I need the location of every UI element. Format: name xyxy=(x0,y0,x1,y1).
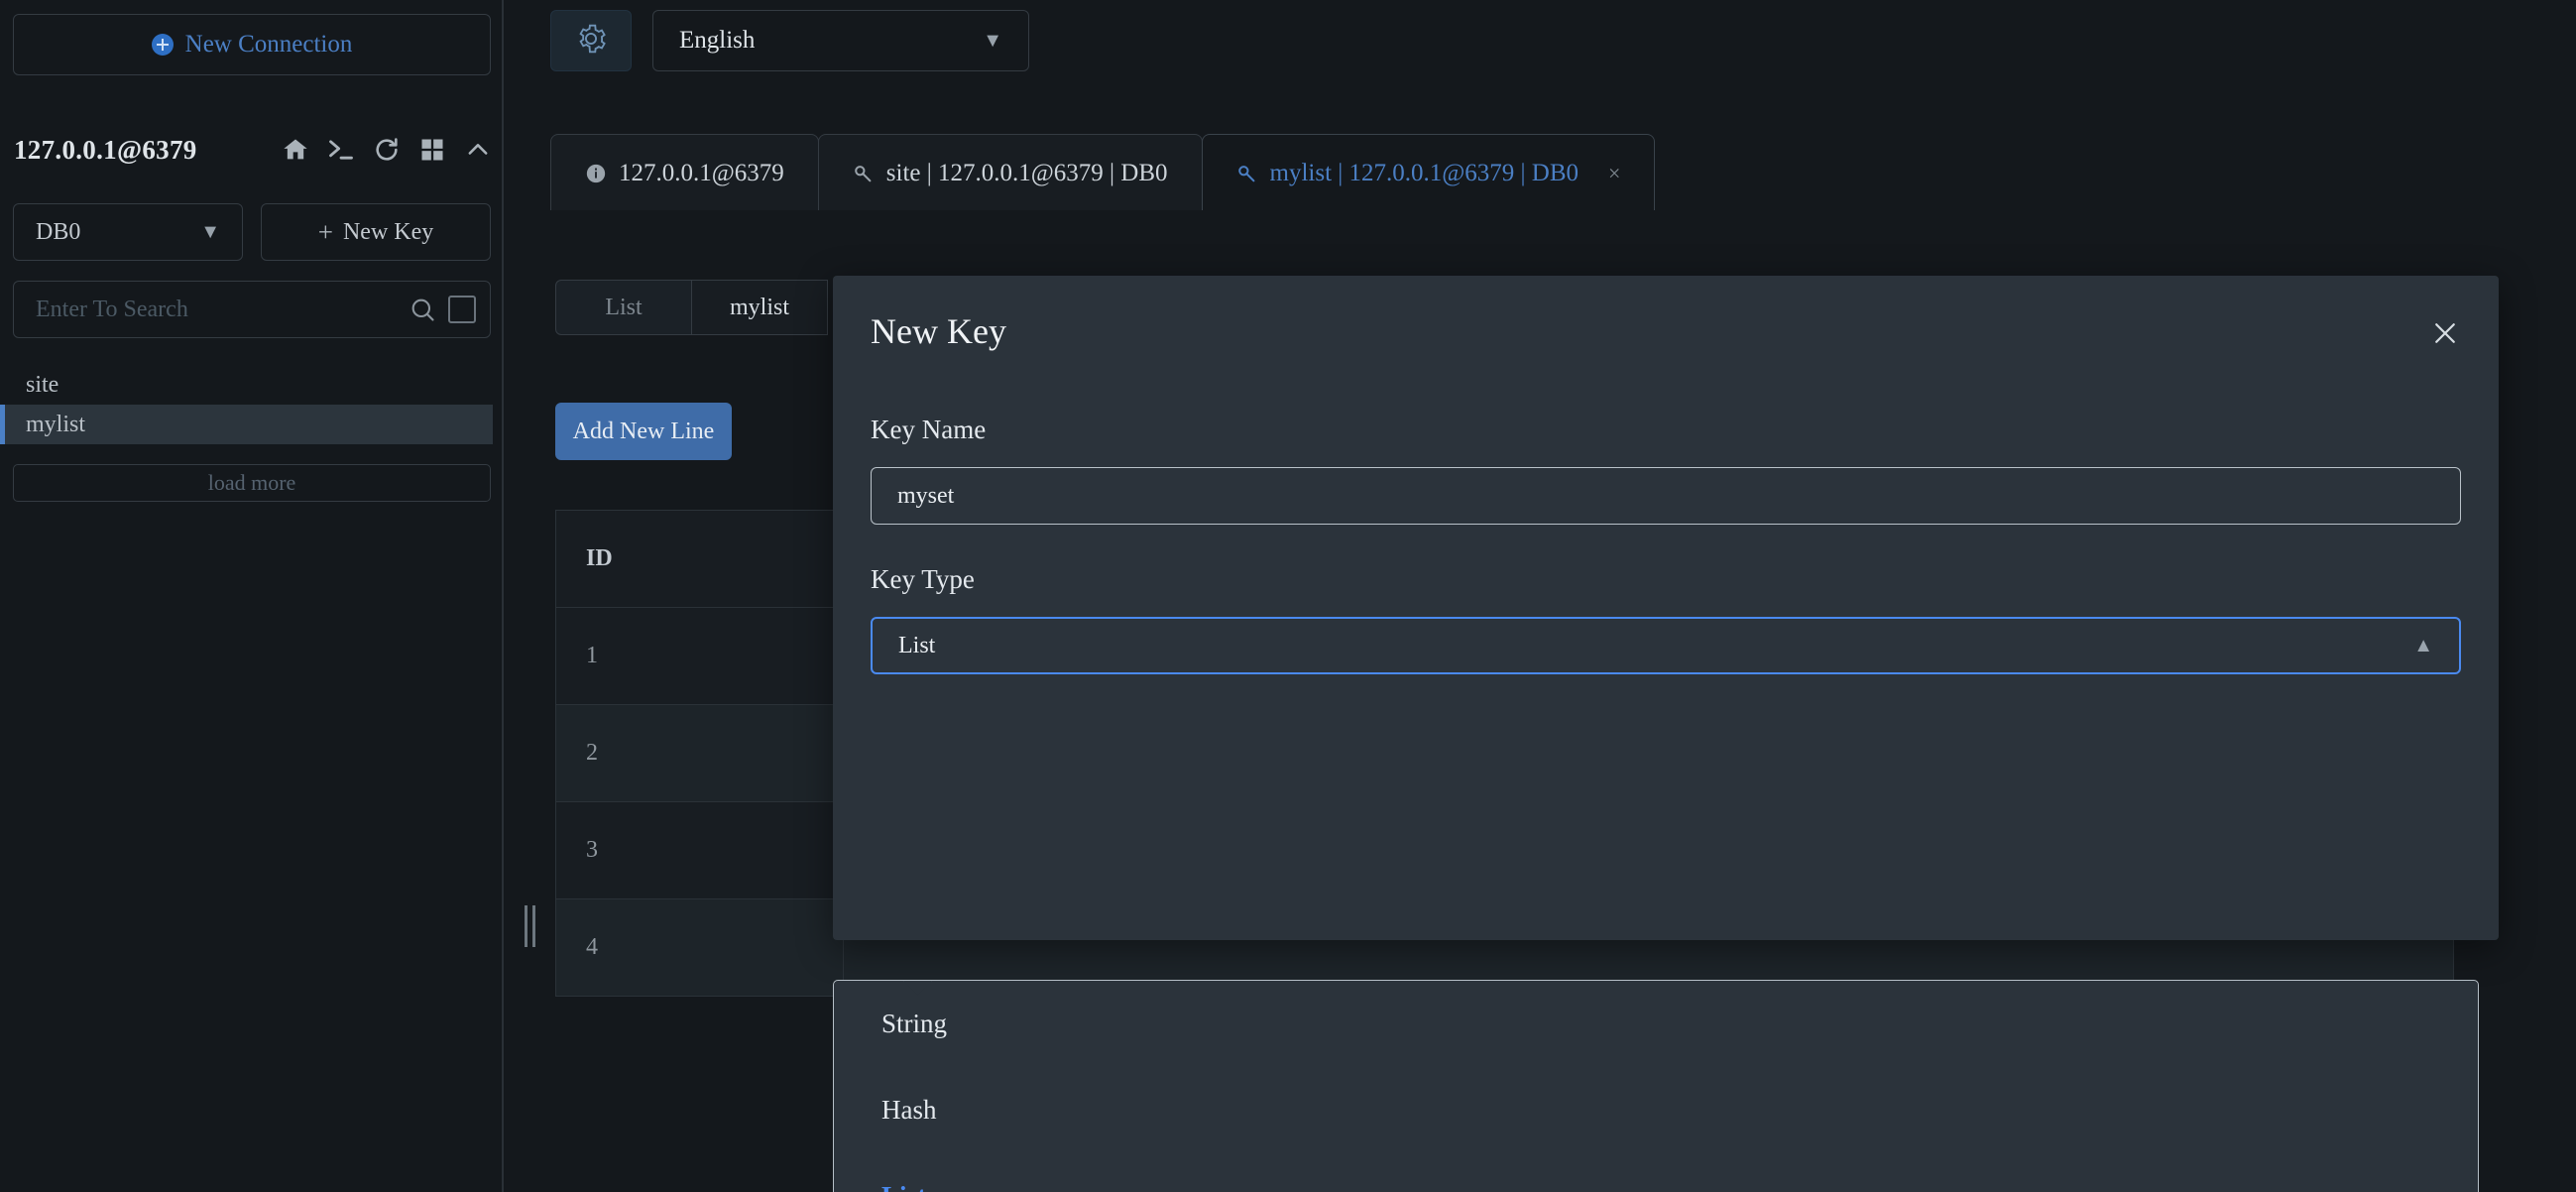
chevron-down-icon: ▼ xyxy=(983,29,1002,52)
app-root: New Connection 127.0.0.1@6379 DB0 ▼ + Ne… xyxy=(0,0,2576,1192)
key-item-label: mylist xyxy=(26,411,86,437)
tab-mylist-key[interactable]: mylist | 127.0.0.1@6379 | DB0 × xyxy=(1201,134,1656,211)
cell-id: 3 xyxy=(555,801,844,899)
load-more-button[interactable]: load more xyxy=(13,464,491,502)
sidebar: New Connection 127.0.0.1@6379 DB0 ▼ + Ne… xyxy=(0,0,504,1192)
info-icon xyxy=(585,163,607,184)
dropdown-option-string[interactable]: String xyxy=(834,981,2478,1067)
list-item[interactable]: site xyxy=(0,365,504,405)
sub-tab-label: List xyxy=(605,294,643,320)
new-connection-label: New Connection xyxy=(184,31,353,58)
option-label: Hash xyxy=(881,1095,937,1125)
plus-icon: + xyxy=(317,216,333,247)
sub-tab-label: mylist xyxy=(729,294,789,320)
key-list: site mylist xyxy=(0,365,504,444)
splitter-bar xyxy=(531,905,535,947)
connection-title: 127.0.0.1@6379 xyxy=(14,134,197,165)
key-type-dropdown: String Hash List Set Zset xyxy=(833,980,2479,1192)
connection-toolbar xyxy=(282,136,492,164)
chevron-up-icon[interactable] xyxy=(464,136,492,164)
key-item-label: site xyxy=(26,371,59,398)
tab-connection-info[interactable]: 127.0.0.1@6379 xyxy=(550,134,819,211)
topbar: English ▼ xyxy=(506,0,2576,127)
dialog-title: New Key xyxy=(871,311,1006,351)
key-name-input[interactable] xyxy=(871,467,2461,525)
chevron-up-icon: ▲ xyxy=(2413,634,2433,656)
plus-circle-icon xyxy=(151,34,174,56)
tab-label: mylist | 127.0.0.1@6379 | DB0 xyxy=(1269,159,1580,186)
new-key-button[interactable]: + New Key xyxy=(261,203,491,261)
close-icon[interactable]: × xyxy=(1608,161,1620,186)
add-new-line-button[interactable]: Add New Line xyxy=(555,403,732,460)
tab-site-key[interactable]: site | 127.0.0.1@6379 | DB0 xyxy=(817,134,1203,211)
key-type-label: Key Type xyxy=(871,564,975,594)
splitter-bar xyxy=(524,905,527,947)
key-icon xyxy=(1236,163,1258,184)
tab-bar: 127.0.0.1@6379 site | 127.0.0.1@6379 | D… xyxy=(550,134,1656,211)
column-header-id: ID xyxy=(555,510,844,608)
terminal-icon[interactable] xyxy=(327,136,355,164)
db-select-value: DB0 xyxy=(36,218,81,245)
home-icon[interactable] xyxy=(282,136,309,164)
cell-id: 1 xyxy=(555,607,844,705)
key-name-label: Key Name xyxy=(871,415,987,444)
close-icon[interactable] xyxy=(2425,313,2465,353)
dropdown-option-hash[interactable]: Hash xyxy=(834,1067,2478,1153)
refresh-icon[interactable] xyxy=(373,136,401,164)
load-more-label: load more xyxy=(207,470,296,495)
sub-tab-mylist[interactable]: mylist xyxy=(691,280,828,335)
gear-icon xyxy=(575,23,607,60)
settings-button[interactable] xyxy=(550,10,632,71)
cell-id: 2 xyxy=(555,704,844,802)
sub-tab-bar: List mylist xyxy=(555,280,828,335)
search-icon[interactable] xyxy=(409,296,436,323)
option-label: List xyxy=(881,1181,926,1192)
search-input[interactable] xyxy=(36,296,397,323)
sub-tab-list[interactable]: List xyxy=(555,280,692,335)
new-key-dialog: New Key Key Name Key Type List ▲ xyxy=(833,276,2499,940)
chevron-down-icon: ▼ xyxy=(200,220,220,243)
select-all-checkbox[interactable] xyxy=(448,296,476,323)
db-select[interactable]: DB0 ▼ xyxy=(13,203,243,261)
db-row: DB0 ▼ + New Key xyxy=(13,203,491,261)
cell-id: 4 xyxy=(555,898,844,997)
language-select[interactable]: English ▼ xyxy=(652,10,1029,71)
language-value: English xyxy=(679,27,756,54)
search-box xyxy=(13,281,491,338)
new-connection-button[interactable]: New Connection xyxy=(13,14,491,75)
option-label: String xyxy=(881,1009,948,1038)
key-type-value: List xyxy=(898,632,936,658)
key-type-select[interactable]: List ▲ xyxy=(871,617,2461,674)
key-icon xyxy=(853,163,875,184)
tab-label: 127.0.0.1@6379 xyxy=(619,159,784,186)
connection-header: 127.0.0.1@6379 xyxy=(14,129,492,171)
dialog-body: Key Name Key Type List ▲ xyxy=(871,415,2461,674)
dropdown-option-list[interactable]: List xyxy=(834,1153,2478,1192)
list-item[interactable]: mylist xyxy=(0,405,493,444)
panel-splitter-handle[interactable] xyxy=(519,897,540,955)
tab-label: site | 127.0.0.1@6379 | DB0 xyxy=(885,159,1168,186)
new-key-label: New Key xyxy=(342,218,434,245)
grid-icon[interactable] xyxy=(418,136,446,164)
